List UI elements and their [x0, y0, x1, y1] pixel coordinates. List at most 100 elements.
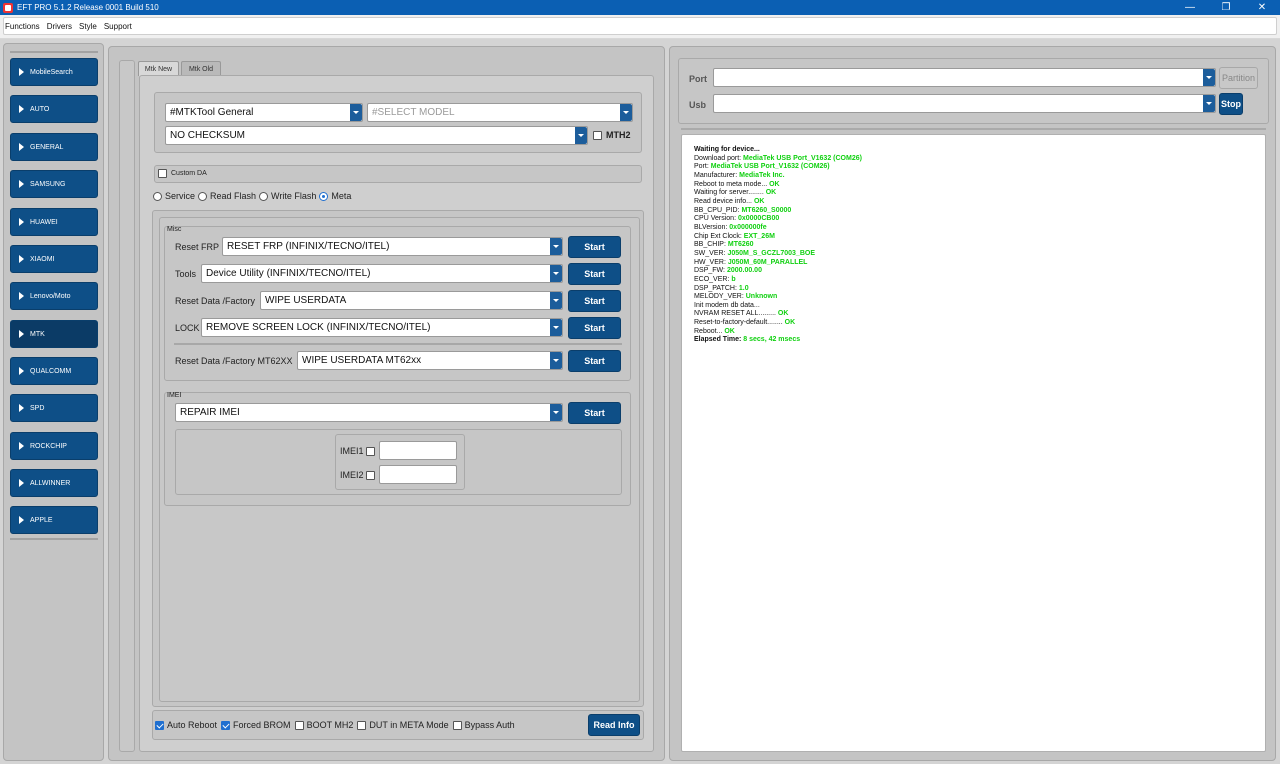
reset-data-start-button[interactable]: Start [568, 290, 621, 312]
sidebar-item-mobilesearch[interactable]: MobileSearch [10, 58, 98, 86]
log-line-text: Read device info... [694, 197, 754, 205]
custom-da-label: Custom DA [171, 170, 207, 177]
imei2-input[interactable] [379, 465, 457, 484]
tools-combo[interactable]: Device Utility (INFINIX/TECNO/ITEL) [201, 264, 563, 283]
log-line: Waiting for device... [694, 146, 1265, 155]
reset-data-label: Reset Data /Factory [175, 296, 256, 306]
reset-frp-combo[interactable]: RESET FRP (INFINIX/TECNO/ITEL) [222, 237, 563, 256]
lock-start-button[interactable]: Start [568, 317, 621, 339]
menu-functions[interactable]: Functions [5, 22, 40, 31]
stop-button[interactable]: Stop [1219, 93, 1243, 115]
log-line-text: BB_CPU_PID: [694, 206, 742, 214]
mode-read-flash-radio[interactable] [198, 191, 208, 201]
bypass-auth-label: Bypass Auth [464, 720, 515, 730]
auto-reboot-checkbox[interactable] [155, 720, 164, 730]
reset-data-mt62xx-combo[interactable]: WIPE USERDATA MT62xx [297, 351, 563, 370]
log-line-value: OK [769, 180, 780, 188]
log-line: CPU Version: 0x0000CB00 [694, 215, 1265, 224]
sidebar-item-samsung[interactable]: SAMSUNG [10, 170, 98, 198]
dut-meta-label: DUT in META Mode [369, 720, 449, 730]
log-line-value: 0x0000CB00 [737, 215, 780, 223]
sidebar-item-qualcomm[interactable]: QUALCOMM [10, 357, 98, 385]
log-line-text: CPU Version: [694, 215, 738, 223]
reset-data-mt62xx-start-button[interactable]: Start [568, 350, 621, 372]
imei1-input[interactable] [379, 441, 457, 460]
sidebar-item-auto[interactable]: AUTO [10, 95, 98, 123]
dut-meta-checkbox[interactable] [357, 720, 367, 730]
reset-data-combo[interactable]: WIPE USERDATA [260, 291, 563, 310]
sidebar-item-rockchip[interactable]: ROCKCHIP [10, 432, 98, 460]
log-line-text: DSP_PATCH: [694, 284, 739, 292]
log-line-value: Unknown [745, 293, 778, 301]
tab-mtk-new[interactable]: Mtk New [138, 61, 179, 76]
chevron-down-icon [550, 319, 562, 336]
log-line: Waiting for server........ OK [694, 189, 1265, 198]
log-line: Reset-to-factory-default........ OK [694, 319, 1265, 328]
sidebar-item-allwinner[interactable]: ALLWINNER [10, 469, 98, 497]
window-title: EFT PRO 5.1.2 Release 0001 Build 510 [17, 3, 159, 12]
imei1-checkbox[interactable] [366, 447, 375, 456]
imei2-checkbox[interactable] [366, 471, 375, 480]
tools-start-button[interactable]: Start [568, 263, 621, 285]
sidebar-item-general[interactable]: GENERAL [10, 133, 98, 161]
log-line: BB_CHIP: MT6260 [694, 241, 1265, 250]
tab-mtk-old[interactable]: Mtk Old [181, 61, 221, 76]
menu-support[interactable]: Support [104, 22, 132, 31]
mode-service-label: Service [165, 191, 196, 201]
read-info-button[interactable]: Read Info [588, 714, 640, 736]
custom-da-group: Custom DA [154, 165, 642, 183]
maximize-icon[interactable]: ❐ [1208, 0, 1244, 15]
tab-content: #MTKTool General #SELECT MODEL NO CHECKS… [139, 75, 654, 752]
log-line: DSP_PATCH: 1.0 [694, 285, 1265, 294]
log-line-value: 2000.00.00 [726, 267, 762, 275]
log-line: Reboot... OK [694, 328, 1265, 337]
sidebar-item-xiaomi[interactable]: XIAOMI [10, 245, 98, 273]
checksum-combo[interactable]: NO CHECKSUM [165, 126, 588, 145]
port-combo[interactable] [713, 68, 1216, 87]
partition-button[interactable]: Partition [1219, 67, 1258, 89]
log-line-text: MELODY_VER: [694, 293, 746, 301]
lock-combo[interactable]: REMOVE SCREEN LOCK (INFINIX/TECNO/ITEL) [201, 318, 563, 337]
custom-da-checkbox[interactable] [158, 169, 167, 178]
log-line-text: Port: [694, 163, 711, 171]
log-line: MELODY_VER: Unknown [694, 293, 1265, 302]
chevron-down-icon [550, 292, 562, 309]
log-panel: Port Partition Usb Stop Waiting for devi… [669, 46, 1276, 761]
boot-mh2-checkbox[interactable] [294, 720, 304, 730]
log-line: Read device info... OK [694, 198, 1265, 207]
mode-write-flash-radio[interactable] [259, 191, 269, 201]
reset-data-mt62xx-label: Reset Data /Factory MT62XX [175, 356, 293, 366]
log-line-value: EXT_26M [743, 232, 775, 240]
reset-frp-start-button[interactable]: Start [568, 236, 621, 258]
minimize-icon[interactable]: — [1172, 0, 1208, 15]
log-line: Port: MediaTek USB Port_V1632 (COM26) [694, 163, 1265, 172]
mode-meta-radio[interactable] [319, 191, 329, 201]
triangle-right-icon [19, 442, 24, 450]
bypass-auth-checkbox[interactable] [452, 720, 462, 730]
port-label: Port [689, 74, 707, 84]
sidebar-item-lenovo-moto[interactable]: Lenovo/Moto [10, 282, 98, 310]
close-icon[interactable]: ✕ [1244, 0, 1280, 15]
log-line-text: Elapsed Time: [694, 336, 744, 344]
imei-combo[interactable]: REPAIR IMEI [175, 403, 563, 422]
sidebar-item-spd[interactable]: SPD [10, 394, 98, 422]
left-rail [119, 60, 135, 752]
triangle-right-icon [19, 479, 24, 487]
log-line-text: Chip Ext Clock: [694, 232, 744, 240]
sidebar-item-huawei[interactable]: HUAWEI [10, 208, 98, 236]
imei-fields-group: IMEI1 IMEI2 [335, 434, 465, 490]
mth2-checkbox[interactable] [593, 131, 602, 140]
log-line-text: Download port: [694, 154, 744, 162]
mode-service-radio[interactable] [153, 191, 162, 201]
imei-start-button[interactable]: Start [568, 402, 621, 424]
forced-brom-checkbox[interactable] [221, 720, 231, 730]
menu-drivers[interactable]: Drivers [47, 22, 72, 31]
model-combo[interactable]: #SELECT MODEL [367, 103, 633, 122]
sidebar-item-mtk[interactable]: MTK [10, 320, 98, 348]
log-line: DSP_FW: 2000.00.00 [694, 267, 1265, 276]
imei-fields-outer: IMEI1 IMEI2 [175, 429, 622, 495]
tool-combo[interactable]: #MTKTool General [165, 103, 363, 122]
usb-combo[interactable] [713, 94, 1216, 113]
menu-style[interactable]: Style [79, 22, 97, 31]
sidebar-item-apple[interactable]: APPLE [10, 506, 98, 534]
